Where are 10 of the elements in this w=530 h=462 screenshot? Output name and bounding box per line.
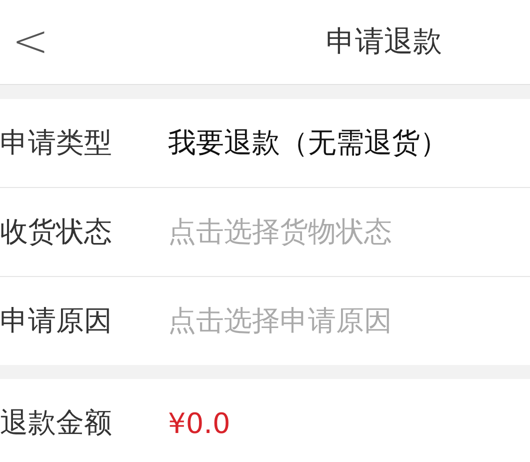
select-field[interactable]: 点击选择申请原因 xyxy=(168,302,392,340)
field-label: 申请原因 xyxy=(0,303,113,339)
back-button[interactable]: < xyxy=(12,20,49,64)
page-title: 申请退款 xyxy=(326,23,442,60)
amount-value: ¥0.0 xyxy=(168,406,230,440)
type-value: 我要退款（无需退货） xyxy=(168,125,448,161)
select-field[interactable]: 点击选择货物状态 xyxy=(168,213,392,251)
field-label: 收货状态 xyxy=(0,214,113,250)
field-label: 退款金额 xyxy=(0,405,113,441)
field-label: 申请类型 xyxy=(0,125,113,161)
